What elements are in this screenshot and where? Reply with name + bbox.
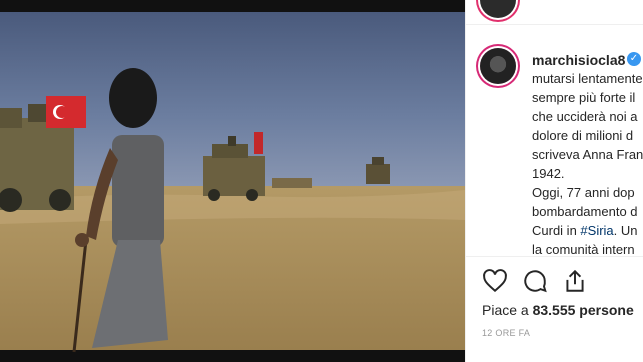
comment-icon[interactable] bbox=[522, 268, 548, 294]
caption-line: scriveva Anna Fran bbox=[532, 147, 643, 162]
caption-text: mutarsi lentamente sempre più forte il c… bbox=[532, 69, 643, 259]
likes-suffix: persone bbox=[575, 302, 634, 318]
caption-line: mutarsi lentamente bbox=[532, 71, 643, 86]
heart-icon[interactable] bbox=[482, 268, 508, 294]
likes-prefix: Piace a bbox=[482, 302, 533, 318]
avatar[interactable] bbox=[480, 48, 516, 84]
caption-line-text: Curdi in bbox=[532, 223, 581, 238]
post-photo-image bbox=[0, 0, 465, 362]
previous-avatar[interactable] bbox=[480, 0, 516, 18]
likes-count[interactable]: Piace a 83.555 persone bbox=[482, 302, 634, 318]
caption-line: dolore di milioni d bbox=[532, 128, 634, 143]
caption-line-with-tag: Curdi in #Siria. Un bbox=[532, 221, 643, 240]
likes-number: 83.555 bbox=[532, 302, 576, 318]
caption-line: bombardamento d bbox=[532, 204, 638, 219]
share-icon[interactable] bbox=[562, 268, 588, 294]
verified-badge-icon: ✓ bbox=[627, 52, 641, 66]
post-actions bbox=[482, 268, 632, 294]
hashtag-link[interactable]: #Siria bbox=[580, 223, 613, 238]
post-sidebar: marchisiocla8 ✓ mutarsi lentamente sempr… bbox=[465, 0, 643, 362]
post-timestamp[interactable]: 12 ORE FA bbox=[482, 328, 530, 338]
caption-line-tail: . Un bbox=[613, 223, 638, 238]
divider bbox=[466, 256, 643, 257]
caption-line: sempre più forte il bbox=[532, 90, 636, 105]
caption-line: Oggi, 77 anni dop bbox=[532, 185, 635, 200]
previous-post-header bbox=[466, 0, 643, 25]
post-photo[interactable] bbox=[0, 0, 465, 362]
caption-line: 1942. bbox=[532, 166, 565, 181]
caption-line: che ucciderà noi a bbox=[532, 109, 638, 124]
username[interactable]: marchisiocla8 bbox=[532, 52, 625, 68]
